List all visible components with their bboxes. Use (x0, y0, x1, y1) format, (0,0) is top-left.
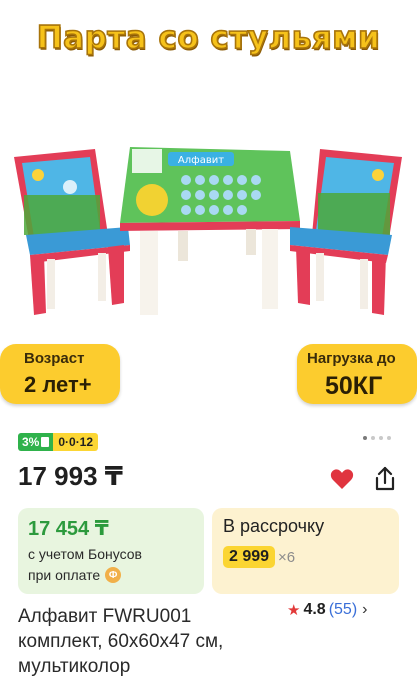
age-label: Возраст (24, 350, 85, 367)
gallery-dot[interactable] (371, 436, 375, 440)
installment-title: В рассрочку (223, 516, 325, 536)
gallery-dots[interactable] (363, 436, 391, 440)
age-value: 2 лет+ (24, 372, 92, 397)
table: Алфавит (120, 147, 300, 315)
installment-row: 2 999 ×6 (223, 546, 295, 568)
bonus-icon: Ф (105, 567, 122, 583)
star-icon: ★ (287, 602, 301, 619)
bonus-payment-note: при оплате Ф (28, 567, 122, 583)
right-chair (290, 149, 402, 315)
bonus-price: 17 454 ₸ (28, 518, 109, 540)
gallery-dot[interactable] (379, 436, 383, 440)
load-label: Нагрузка до (307, 350, 396, 367)
discount-tag: 3% (18, 433, 54, 451)
load-badge: Нагрузка до 50КГ (297, 344, 417, 404)
bonus-mini-icon (41, 437, 50, 447)
rating-score: 4.8 (303, 601, 326, 618)
product-title: Алфавит FWRU001 комплект, 60x60x47 см, м… (18, 606, 224, 677)
table-sign: Алфавит (178, 155, 224, 166)
installment-tag: 0·0·12 (53, 433, 99, 451)
rating-link[interactable]: ★ 4.8 (55) › (287, 601, 367, 619)
product-image-gallery[interactable]: Парта со стульями Алфавит Возраст 2 лет+… (0, 0, 417, 420)
load-value: 50КГ (325, 372, 383, 400)
promo-tags: 3% 0·0·12 (18, 433, 99, 451)
hero-title: Парта со стульями (36, 19, 381, 57)
heart-icon[interactable] (330, 468, 354, 490)
installment-amount: 2 999 (223, 546, 276, 568)
age-badge: Возраст 2 лет+ (0, 344, 120, 404)
gallery-dot[interactable] (363, 436, 367, 440)
bonus-caption: с учетом Бонусов (28, 546, 142, 562)
bonus-price-card[interactable]: 17 454 ₸ с учетом Бонусов при оплате Ф (18, 508, 204, 594)
product-price: 17 993 ₸ (18, 461, 123, 491)
chevron-right-icon: › (362, 601, 368, 618)
share-icon[interactable] (373, 466, 397, 492)
left-chair (14, 149, 130, 315)
gallery-dot[interactable] (387, 436, 391, 440)
reviews-count[interactable]: (55) (329, 601, 357, 619)
furniture-illustration: Алфавит (14, 147, 402, 315)
installment-multiplier: ×6 (278, 548, 296, 566)
installment-card[interactable]: В рассрочку 2 999 ×6 (212, 508, 399, 594)
